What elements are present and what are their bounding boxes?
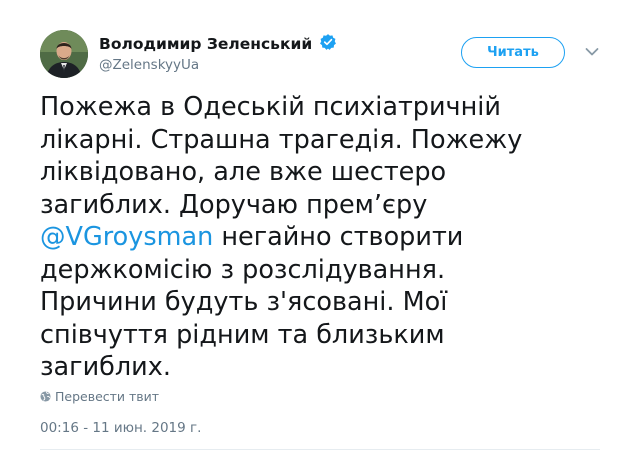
follow-button[interactable]: Читать	[461, 37, 565, 68]
avatar-photo	[40, 30, 88, 78]
globe-icon	[40, 391, 51, 402]
avatar[interactable]	[40, 30, 88, 78]
translate-label[interactable]: Перевести твит	[55, 389, 159, 404]
mention-link[interactable]: @VGroysman	[40, 222, 213, 252]
author-info[interactable]: Володимир Зеленський @ZelenskyyUa	[99, 33, 337, 74]
tweet-line: Причини будуть з'ясовані. Мої	[40, 287, 448, 317]
tweet-text: Пожежа в Одеській психіатричній лікарні.…	[40, 91, 600, 384]
tweet-line: загиблих. Доручаю прем’єру	[40, 189, 428, 220]
author-handle[interactable]: @ZelenskyyUa	[99, 56, 337, 74]
tweet-line: Пожежа в Одеській психіатричній	[40, 92, 501, 122]
tweet-timestamp[interactable]: 00:16 - 11 июн. 2019 г.	[40, 419, 201, 437]
tweet-line: ліквідовано, але вже шестеро	[40, 157, 447, 187]
translate-tweet-link[interactable]: Перевести твит	[40, 389, 159, 405]
tweet-line: співчуття рідним та близьким	[40, 319, 445, 350]
tweet-line: загиблих.	[40, 352, 171, 382]
verified-badge-icon	[320, 34, 337, 50]
author-name[interactable]: Володимир Зеленський	[99, 34, 312, 54]
tweet-line: лікарні. Страшна трагедія. Пожежу	[40, 124, 523, 155]
divider	[40, 449, 600, 450]
chevron-down-icon[interactable]	[585, 47, 599, 57]
tweet-header: Володимир Зеленський @ZelenskyyUa Читать	[40, 30, 600, 80]
tweet-line: держкомісію з розслідування.	[40, 254, 446, 285]
tweet-line-mention: @VGroysman негайно створити	[40, 221, 600, 254]
tweet-line-rest: негайно створити	[213, 222, 464, 252]
